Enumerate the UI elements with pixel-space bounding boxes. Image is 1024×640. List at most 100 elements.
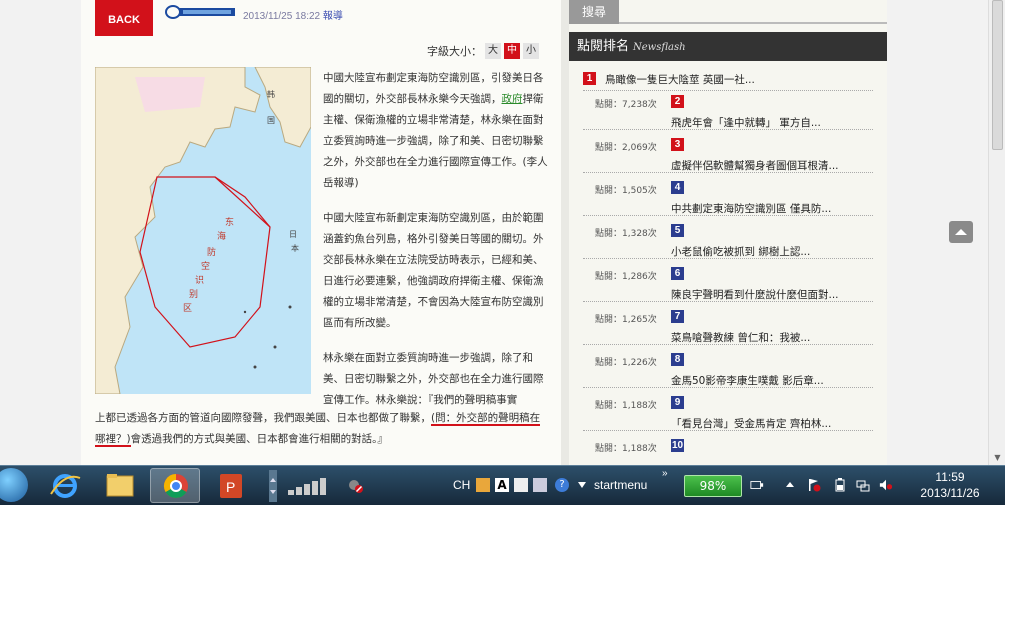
search-divider [619,22,887,24]
rank-divider [583,258,873,259]
ranking-item-10[interactable]: 點閱：1,188次 10 [583,439,873,465]
rank-divider [583,172,873,173]
map-label-sea: 海 [217,232,227,242]
rank-number: 10 [671,439,684,452]
signal-strength-icon [288,478,326,495]
volume-muted-icon[interactable] [879,478,893,492]
taskbar-file-explorer[interactable] [95,468,145,503]
map-label-distinguish: 别 [189,290,199,300]
paragraph-3-text-b: 上都已透過各方面的管道向國際發聲，我們跟美國、日本也都做了聯繫， [95,412,431,424]
start-button[interactable] [0,468,28,502]
clock-time: 11:59 [935,470,965,484]
map-label-identify: 识 [195,276,205,286]
action-center-flag-icon[interactable] [807,478,821,492]
toolbar-expand-icon[interactable]: » [662,468,668,479]
rank-number: 5 [671,224,684,237]
rank-hits: 點閱：1,188次 [595,444,657,454]
ranking-item-4[interactable]: 點閱：1,505次 4 中共劃定東海防空識別區 僅具防... [583,181,873,226]
taskbar-internet-explorer[interactable] [40,468,90,503]
ranking-item-9[interactable]: 點閱：1,188次 9 「看見台灣」受金馬肯定 齊柏林... [583,396,873,441]
windows-taskbar: P CH A ? startmenu » 98% 11:59 2013/11/2… [0,465,1005,505]
article-paragraph-3: 林永樂在面對立委質詢時進一步強調，除了和美、日密切聯繫之外，外交部也在全力進行國… [323,352,544,406]
font-size-small-button[interactable]: 小 [523,43,539,59]
rank-title[interactable]: 小老鼠偷吃被抓到 綁樹上認... [671,244,810,259]
rank-title[interactable]: 菜鳥嗆聲教練 曾仁和：我被... [671,330,810,345]
rank-number: 1 [583,72,596,85]
article-paragraph-2: 中國大陸宣布新劃定東海防空識別區，由於範圍涵蓋釣魚台列島，格外引發美日等國的關切… [323,212,544,329]
map-label-east: 东 [225,218,235,228]
ime-icon[interactable] [476,478,490,492]
rank-title[interactable]: 「看見台灣」受金馬肯定 齊柏林... [671,416,831,431]
ime-mode-icon[interactable]: A [495,478,509,492]
ranking-item-7[interactable]: 點閱：1,265次 7 菜鳥嗆聲教練 曾仁和：我被... [583,310,873,355]
column-divider [561,0,569,465]
rank-title[interactable]: 飛虎年會「逢中就轉」 軍方自... [671,115,821,130]
rank-hits: 點閱：1,265次 [595,315,657,325]
battery-indicator[interactable]: 98% [684,475,742,497]
rank-number: 7 [671,310,684,323]
battery-tray-icon[interactable] [833,478,847,492]
ime-options-icon[interactable] [575,478,589,492]
browser-page: BACK 2013/11/25 18:22 報導 字級大小： 大 中 小 韩 国… [0,0,1005,465]
system-clock[interactable]: 11:59 2013/11/26 [905,469,995,501]
taskbar-chrome[interactable] [150,468,200,503]
rank-hits: 點閱：1,505次 [595,186,657,196]
rank-title[interactable]: 陳良宇聲明看到什麼說什麼但面對... [671,287,839,302]
scroll-to-top-button[interactable] [949,221,973,243]
font-size-medium-button[interactable]: 中 [504,43,520,59]
rank-title[interactable]: 鳥瞰像一隻巨大陰莖 英國一社... [605,72,755,87]
ranking-title: 點閱排名 [577,39,630,54]
rank-hits: 點閱：1,188次 [595,401,657,411]
network-disabled-icon[interactable] [348,478,364,494]
map-label-japan-1: 日 [289,230,297,239]
ranking-item-3[interactable]: 點閱：2,069次 3 虛擬伴侶軟體幫獨身者圖個耳根清... [583,138,873,183]
back-label: BACK [108,14,140,26]
map-label-japan-2: 本 [291,244,299,253]
article-paragraph-3-continued: 上都已透過各方面的管道向國際發聲，我們跟美國、日本也都做了聯繫，(問：外交部的聲… [95,408,549,450]
scrollbar-thumb[interactable] [992,0,1003,150]
scroll-down-arrow-icon[interactable]: ▼ [989,451,1005,465]
rank-title[interactable]: 金馬50影帝李康生噗戴 影后章... [671,373,824,388]
rank-title[interactable]: 中共劃定東海防空識別區 僅具防... [671,201,831,216]
taskbar-powerpoint[interactable]: P [206,468,256,503]
rank-number: 2 [671,95,684,108]
screen: BACK 2013/11/25 18:22 報導 字級大小： 大 中 小 韩 国… [0,0,1024,640]
page-scrollbar[interactable]: ▼ [988,0,1005,465]
ime-pad-icon[interactable] [533,478,547,492]
rank-number: 8 [671,353,684,366]
folder-icon [106,474,134,497]
rank-number: 9 [671,396,684,409]
ranking-item-6[interactable]: 點閱：1,286次 6 陳良宇聲明看到什麼說什麼但面對... [583,267,873,312]
rank-hits: 點閱：7,238次 [595,100,657,110]
ranking-item-1[interactable]: 1 鳥瞰像一隻巨大陰莖 英國一社... [583,70,873,95]
font-size-label: 字級大小： [427,45,482,58]
government-link[interactable]: 政府 [502,93,523,105]
rank-divider [583,301,873,302]
rank-hits: 點閱：1,328次 [595,229,657,239]
input-language[interactable]: CH [453,478,470,492]
ranking-item-8[interactable]: 點閱：1,226次 8 金馬50影帝李康生噗戴 影后章... [583,353,873,398]
help-icon[interactable]: ? [555,478,569,492]
map-label-korea-2: 国 [267,116,275,125]
map-label-korea-1: 韩 [267,90,275,99]
back-button[interactable]: BACK [95,0,153,36]
taskbar-scroll-icon[interactable] [268,470,278,502]
font-size-selector: 字級大小： 大 中 小 [427,43,539,59]
ranking-item-5[interactable]: 點閱：1,328次 5 小老鼠偷吃被抓到 綁樹上認... [583,224,873,269]
sidebar: 搜尋 點閱排名 Newsflash 1 鳥瞰像一隻巨大陰莖 英國一社... 點閱：… [569,0,887,465]
map-label-air: 空 [201,262,211,272]
clock-date: 2013/11/26 [920,486,980,500]
rank-title[interactable]: 虛擬伴侶軟體幫獨身者圖個耳根清... [671,158,839,173]
startmenu-toolbar[interactable]: startmenu [594,478,647,492]
power-plug-icon[interactable] [750,478,764,492]
show-hidden-icons-icon[interactable] [783,478,797,492]
map-label-zone: 区 [183,304,193,314]
network-tray-icon[interactable] [856,478,870,492]
ranking-item-2[interactable]: 點閱：7,238次 2 飛虎年會「逢中就轉」 軍方自... [583,95,873,140]
search-button[interactable]: 搜尋 [569,0,619,24]
ime-fullwidth-icon[interactable] [514,478,528,492]
article-column: BACK 2013/11/25 18:22 報導 字級大小： 大 中 小 韩 国… [81,0,561,465]
news-source-logo [165,5,235,19]
font-size-large-button[interactable]: 大 [485,43,501,59]
ranking-header: 點閱排名 Newsflash [569,32,887,61]
